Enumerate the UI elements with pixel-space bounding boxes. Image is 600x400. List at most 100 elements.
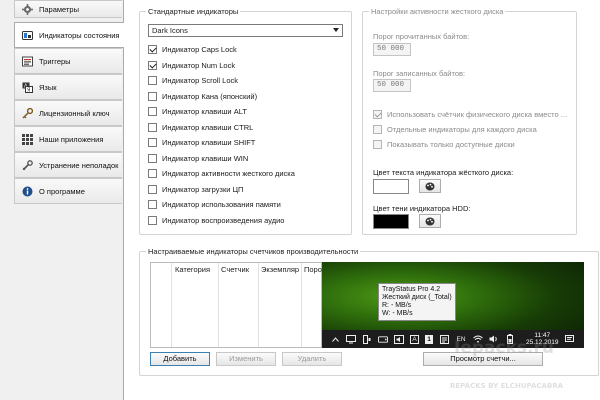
tooltip-line: W: - MB/s	[382, 310, 413, 317]
shadow-color-label: Цвет тени индикатора HDD:	[373, 204, 471, 213]
column-header-category[interactable]: Категория	[175, 265, 210, 274]
icon-theme-select[interactable]: Dark Icons	[148, 24, 343, 37]
checkbox-label: Индикатор клавиши WIN	[162, 153, 249, 163]
trigger-icon	[22, 56, 33, 67]
write-threshold-input[interactable]: 50 000	[373, 79, 411, 92]
sidebar-item-label: Устранение неполадок	[39, 160, 119, 170]
checkbox-box[interactable]	[373, 140, 382, 149]
tooltip-line: R: - MB/s	[382, 302, 412, 309]
indicator-icon	[22, 30, 33, 41]
sidebar-item-label: Параметры	[39, 4, 79, 14]
checkbox-box[interactable]	[148, 107, 157, 116]
add-counter-button[interactable]: Добавить	[150, 352, 210, 366]
chevron-down-icon	[333, 28, 339, 32]
separate-indicators-checkbox[interactable]: Отдельные индикаторы для каждого диска	[373, 125, 537, 134]
column-separator	[258, 263, 259, 347]
troubleshoot-icon	[22, 159, 33, 171]
checkbox-box[interactable]	[148, 184, 157, 194]
checkbox-box[interactable]	[148, 200, 157, 209]
sidebar-item-license[interactable]: Лицензионный ключ	[14, 100, 122, 126]
sidebar-item-label: Язык	[39, 82, 57, 92]
checkbox-label: Индикатор использования памяти	[162, 200, 281, 209]
icon-theme-value: Dark Icons	[152, 26, 188, 35]
indicator-memory-usage-checkbox[interactable]: Индикатор использования памяти	[148, 200, 281, 209]
indicator-caps-lock-checkbox[interactable]: Индикатор Caps Lock	[148, 45, 237, 54]
palette-icon	[425, 217, 435, 225]
column-header-instance[interactable]: Экземпляр	[261, 265, 299, 274]
sidebar-item-triggers[interactable]: Триггеры	[14, 48, 122, 74]
pick-text-color-button[interactable]	[419, 179, 441, 193]
checkbox-box[interactable]	[148, 60, 157, 70]
checkbox-label: Использовать счётчик физического диска в…	[387, 110, 568, 119]
checkbox-label: Индикатор Caps Lock	[162, 45, 237, 54]
sidebar-item-troubleshoot[interactable]: Устранение неполадок	[14, 152, 122, 178]
checkbox-box[interactable]	[148, 45, 157, 54]
checkbox-label: Отдельные индикаторы для каждого диска	[387, 125, 537, 134]
indicator-shift-key-checkbox[interactable]: Индикатор клавиши SHIFT	[148, 138, 255, 147]
indicator-disk-activity-checkbox[interactable]: Индикатор активности жесткого диска	[148, 169, 295, 178]
column-separator	[301, 263, 302, 347]
sidebar-item-label: Индикаторы состояния	[39, 30, 120, 40]
column-header-counter[interactable]: Счетчик	[221, 265, 249, 274]
checkbox-box[interactable]	[148, 169, 157, 178]
read-threshold-label: Порог прочитанных байтов:	[373, 32, 470, 41]
read-threshold-input[interactable]: 50 000	[373, 43, 411, 56]
sidebar-item-indicators[interactable]: Индикаторы состояния	[14, 22, 124, 48]
checkbox-label: Индикатор клавиши CTRL	[162, 122, 254, 132]
checkbox-label: Показывать только доступные диски	[387, 140, 515, 149]
indicator-win-key-checkbox[interactable]: Индикатор клавиши WIN	[148, 153, 249, 163]
pick-shadow-color-button[interactable]	[419, 214, 441, 228]
shadow-color-swatch[interactable]	[373, 214, 409, 229]
indicator-alt-key-checkbox[interactable]: Индикатор клавиши ALT	[148, 107, 247, 116]
checkbox-label: Индикатор воспроизведения аудио	[162, 215, 285, 225]
text-color-label: Цвет текста индикатора жёсткого диска:	[373, 168, 514, 177]
available-disks-only-checkbox[interactable]: Показывать только доступные диски	[373, 140, 515, 149]
indicator-ctrl-key-checkbox[interactable]: Индикатор клавиши CTRL	[148, 122, 254, 132]
indicator-audio-playback-checkbox[interactable]: Индикатор воспроизведения аудио	[148, 215, 285, 225]
num-1-icon: 1	[425, 334, 433, 344]
disk-activity-group: Настройки активности жесткого диска Поро…	[362, 7, 577, 235]
sidebar-item-language[interactable]: AЯ Язык	[14, 74, 122, 100]
delete-counter-button[interactable]: Удалить	[282, 352, 342, 366]
checkbox-box[interactable]	[373, 125, 382, 134]
sidebar-item-label: Лицензионный ключ	[39, 108, 110, 118]
keyboard-a-icon: A	[410, 334, 419, 344]
checkbox-box[interactable]	[148, 91, 157, 101]
checkbox-box[interactable]	[148, 76, 157, 85]
tray-bracket-icon	[362, 334, 372, 344]
indicator-scroll-lock-checkbox[interactable]: Индикатор Scroll Lock	[148, 76, 238, 85]
chevron-up-icon	[330, 334, 340, 344]
sidebar-item-label: О программе	[39, 186, 85, 196]
main-panel: Стандартные индикаторы Dark Icons Индика…	[123, 0, 600, 400]
tooltip-line: TrayStatus Pro 4.2	[382, 286, 441, 293]
checkbox-box[interactable]	[373, 110, 382, 119]
counters-table[interactable]: Категория Счетчик Экземпляр Порог	[150, 262, 325, 348]
physical-disk-counter-checkbox[interactable]: Использовать счётчик физического диска в…	[373, 110, 567, 119]
preview-tooltip: TrayStatus Pro 4.2 Жесткий диск (_Total)…	[378, 283, 456, 321]
checkbox-box[interactable]	[148, 215, 157, 225]
edit-counter-button[interactable]: Изменить	[216, 352, 276, 366]
checkbox-box[interactable]	[148, 138, 157, 147]
tray-preview: TrayStatus Pro 4.2 Жесткий диск (_Total)…	[322, 262, 584, 348]
indicator-cpu-load-checkbox[interactable]: Индикатор загрузки ЦП	[148, 184, 243, 194]
sidebar-item-apps[interactable]: Наши приложения	[14, 126, 122, 152]
checkbox-label: Индикатор Num Lock	[162, 60, 236, 70]
column-separator	[171, 263, 172, 347]
tooltip-line: Жесткий диск (_Total)	[382, 294, 452, 301]
desktop-icon	[346, 334, 356, 344]
palette-icon	[425, 182, 435, 190]
drive-icon	[378, 334, 388, 344]
gear-icon	[22, 3, 33, 15]
group-title: Стандартные индикаторы	[146, 7, 241, 16]
sidebar-item-settings[interactable]: Параметры	[14, 0, 122, 18]
checkbox-label: Индикатор активности жесткого диска	[162, 169, 295, 178]
checkbox-box[interactable]	[148, 122, 157, 132]
text-color-swatch[interactable]	[373, 179, 409, 194]
tray-a-label: A	[412, 335, 417, 343]
indicator-kana-checkbox[interactable]: Индикатор Кана (японский)	[148, 91, 257, 101]
checkbox-label: Индикатор Scroll Lock	[162, 76, 239, 85]
indicator-num-lock-checkbox[interactable]: Индикатор Num Lock	[148, 60, 236, 70]
checkbox-box[interactable]	[148, 153, 157, 163]
sidebar-item-about[interactable]: О программе	[14, 178, 122, 204]
apps-grid-icon	[22, 133, 33, 145]
